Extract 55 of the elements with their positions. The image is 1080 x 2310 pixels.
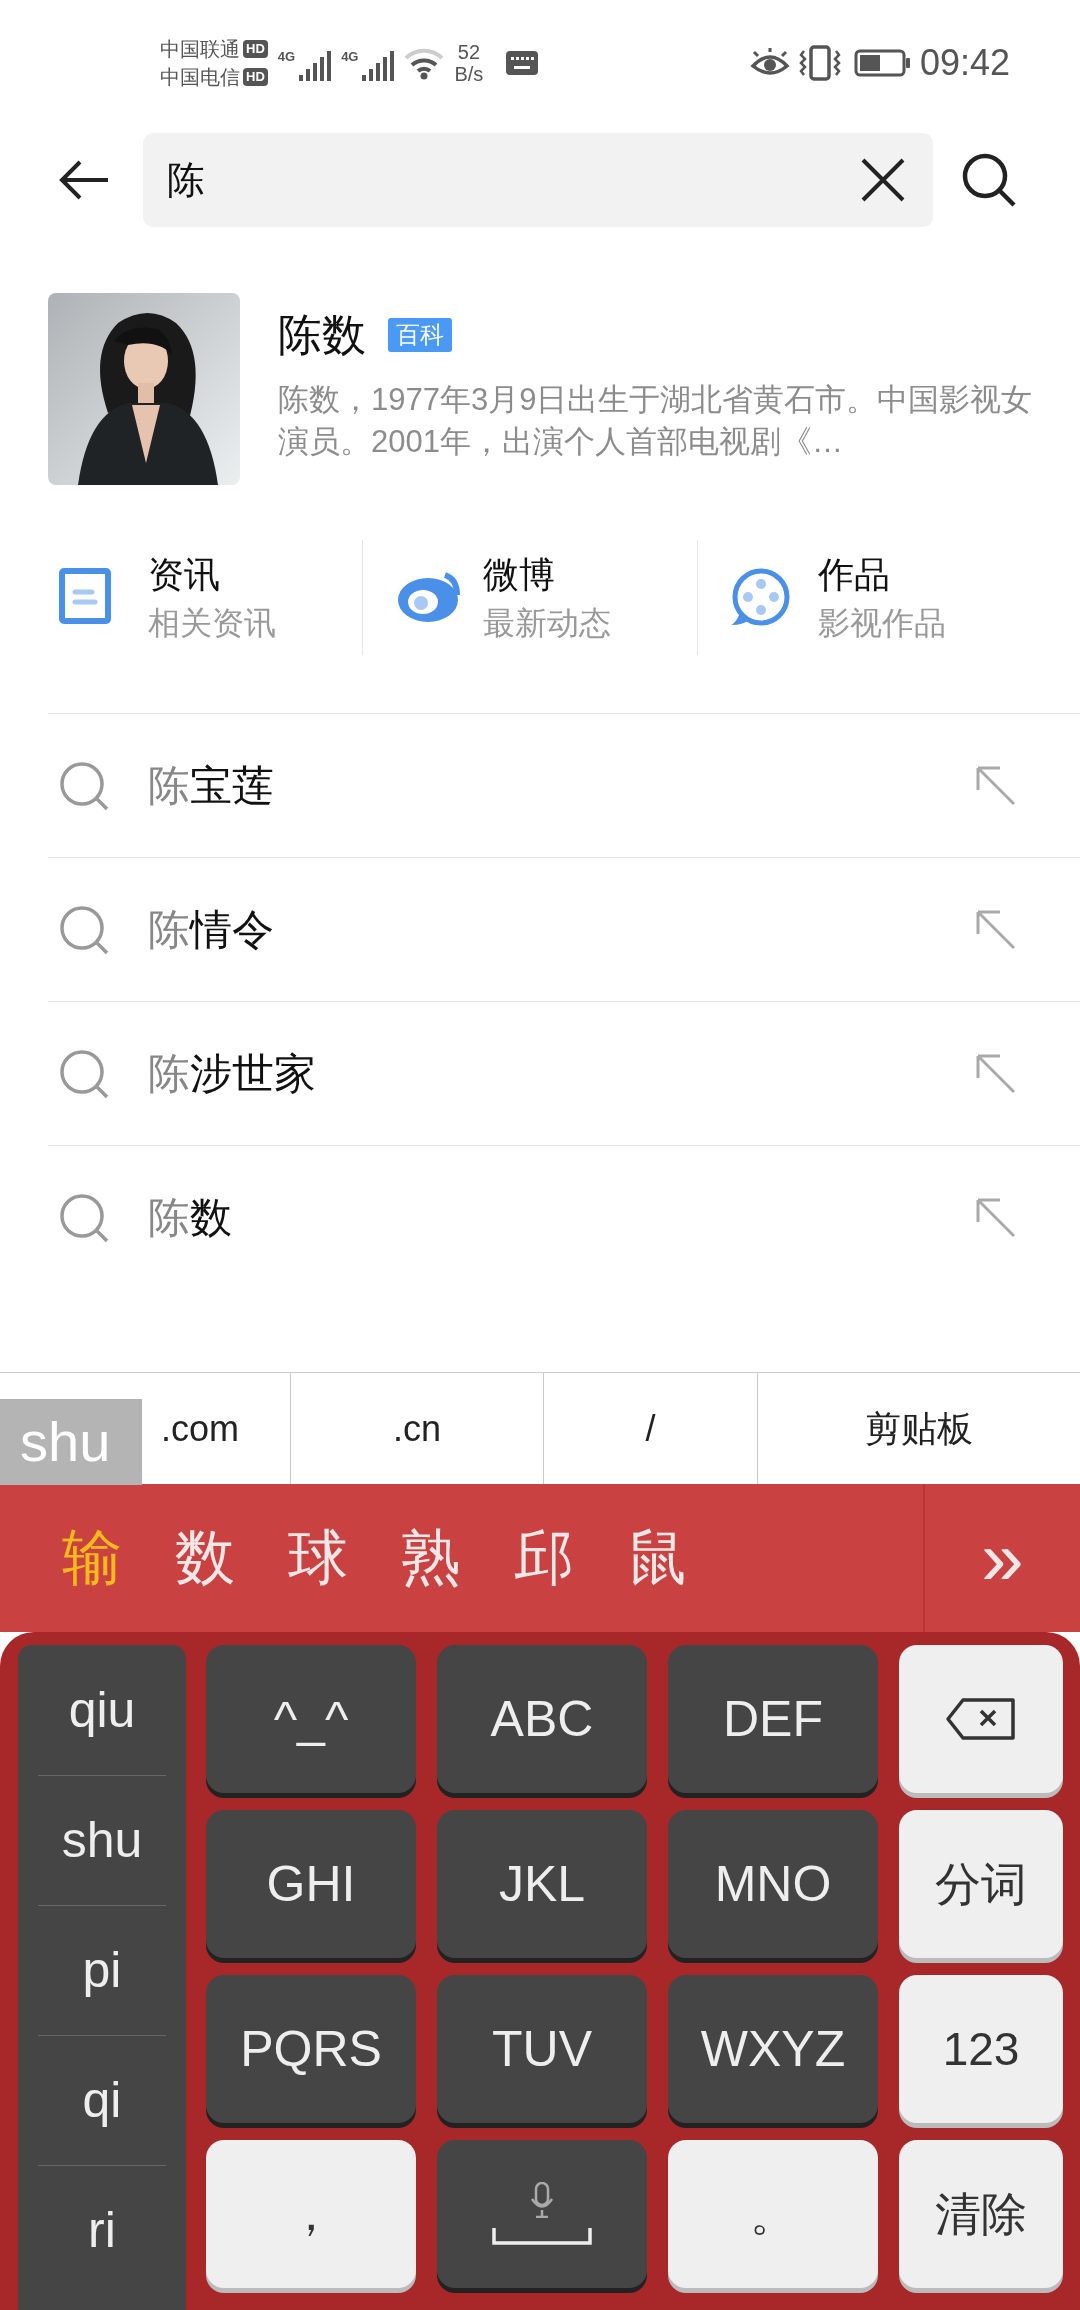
network-type: 4G <box>341 47 359 66</box>
hd-badge: HD <box>243 39 268 58</box>
carrier-name: 中国联通 <box>160 36 240 61</box>
candidate-word[interactable]: 鼠 <box>627 1513 687 1603</box>
shortcut-item[interactable]: 微博 最新动态 <box>362 540 697 655</box>
pinyin-option[interactable]: qiu <box>38 1645 166 1775</box>
search-icon <box>58 759 110 812</box>
shortcut-title: 资讯 <box>148 552 221 597</box>
suggestion-row[interactable]: 陈情令 <box>48 857 1080 1001</box>
candidate-word[interactable]: 数 <box>175 1513 235 1603</box>
shortcut-subtitle: 最新动态 <box>483 603 611 643</box>
network-type: 4G <box>277 47 296 66</box>
suggestion-text: 陈数 <box>148 1193 233 1243</box>
pinyin-option[interactable]: ri <box>38 2165 166 2295</box>
hd-badge: HD <box>243 67 268 86</box>
shortcut-subtitle: 影视作品 <box>818 603 946 643</box>
suggestion-row[interactable]: 陈宝莲 <box>48 713 1080 857</box>
speed-unit: B/s <box>454 62 484 85</box>
candidate-word[interactable]: 邱 <box>514 1513 574 1603</box>
vibrate-icon <box>797 44 842 81</box>
pinyin-option[interactable]: qi <box>38 2035 166 2165</box>
carrier-name: 中国电信 <box>160 64 240 89</box>
space-bar-icon <box>492 2226 592 2246</box>
signal-icon <box>297 48 332 83</box>
search-icon <box>58 1047 110 1100</box>
shortcut-subtitle: 相关资讯 <box>148 603 276 643</box>
suggestion-row[interactable]: 陈涉世家 <box>48 1001 1080 1145</box>
suggestion-text: 陈情令 <box>148 905 275 955</box>
encyclopedia-badge: 百科 <box>388 318 452 352</box>
pinyin-option[interactable]: pi <box>38 1905 166 2035</box>
shortcut-item[interactable]: 作品 影视作品 <box>697 540 1032 655</box>
shortcut-title: 微博 <box>483 552 556 597</box>
more-candidates-button[interactable]: » <box>925 1520 1080 1596</box>
keyboard-icon <box>505 49 540 76</box>
candidate-word[interactable]: 球 <box>288 1513 348 1603</box>
shortcut-title: 作品 <box>818 552 891 597</box>
battery-icon <box>853 47 912 78</box>
result-description: 陈数，1977年3月9日出生于湖北省黄石市。中国影视女演员。2001年，出演个人首部电视剧《… <box>278 381 1034 461</box>
speed-value: 52 <box>457 40 481 63</box>
eye-icon <box>749 47 790 78</box>
suggestion-row[interactable]: 陈数 <box>48 1145 1080 1289</box>
search-field[interactable]: 陈 <box>143 133 933 227</box>
search-icon <box>58 1191 110 1244</box>
composing-tooltip: shu <box>0 1399 142 1485</box>
search-icon <box>58 903 110 956</box>
result-title[interactable]: 陈数 <box>278 307 366 363</box>
backspace-icon <box>945 1697 1017 1741</box>
pinyin-option[interactable]: shu <box>38 1775 166 1905</box>
signal-icon <box>360 48 395 83</box>
candidate-word[interactable]: 熟 <box>401 1513 461 1603</box>
shortcut-item[interactable]: 资讯 相关资讯 <box>48 540 362 655</box>
suggestion-text: 陈宝莲 <box>148 761 275 811</box>
clock-time: 09:42 <box>919 40 1010 85</box>
suggestion-text: 陈涉世家 <box>148 1049 317 1099</box>
microphone-icon <box>530 2182 554 2218</box>
